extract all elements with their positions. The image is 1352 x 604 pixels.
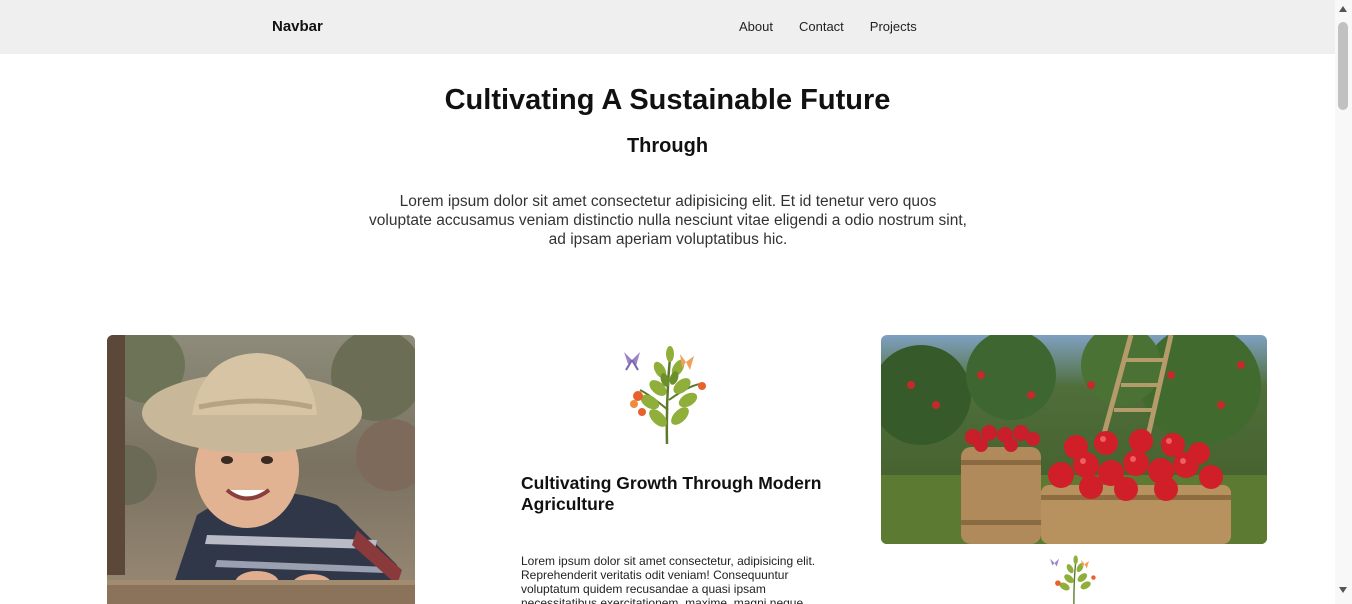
apple-barrels-orchard-photo — [881, 335, 1267, 544]
hero-description: Lorem ipsum dolor sit amet consectetur a… — [369, 193, 967, 248]
scroll-down-arrow-icon[interactable] — [1339, 587, 1347, 593]
navbar-brand[interactable]: Navbar — [272, 18, 323, 35]
nav-link-about[interactable]: About — [739, 19, 773, 34]
nav-link-projects[interactable]: Projects — [870, 19, 917, 34]
hero-title: Cultivating A Sustainable Future — [444, 84, 891, 116]
card-title: Cultivating Growth Through Modern Agricu… — [521, 473, 822, 514]
child-in-cowboy-hat-photo — [107, 335, 415, 604]
scrollbar-thumb[interactable] — [1338, 22, 1348, 110]
navbar: Navbar About Contact Projects — [0, 0, 1335, 54]
hero-subtitle: Through — [626, 135, 709, 157]
page-scrollbar[interactable] — [1335, 0, 1352, 604]
scroll-up-arrow-icon[interactable] — [1339, 6, 1347, 12]
card-description: Lorem ipsum dolor sit amet consectetur, … — [521, 554, 816, 604]
herb-sprig-small-icon — [1046, 552, 1102, 604]
nav-link-contact[interactable]: Contact — [799, 19, 844, 34]
nav-links: About Contact Projects — [739, 19, 943, 34]
herb-sprig-icon — [620, 340, 714, 448]
